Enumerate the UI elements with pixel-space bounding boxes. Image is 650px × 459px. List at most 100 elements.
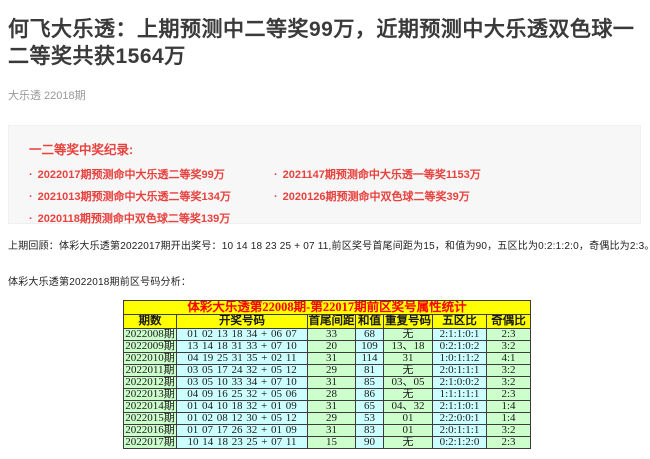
cell-period: 2022012期 xyxy=(124,377,177,389)
last-draw-review: 上期回顾：体彩大乐透第2022017期开出奖号：10 14 18 23 25 +… xyxy=(8,237,642,252)
record-item-label: 2021147期预测命中大乐透一等奖1153万 xyxy=(283,169,481,181)
cell-span: 20 xyxy=(308,341,356,353)
records-heading: 一二等奖中奖纪录: xyxy=(29,139,640,158)
col-header-repeat: 重复号码 xyxy=(384,315,433,329)
cell-numbers: 04 19 25 31 35 + 02 11 xyxy=(177,353,308,365)
cell-odd-even: 4:1 xyxy=(487,353,531,365)
table-title: 体彩大乐透第22008期-第22017期前区奖号属性统计 xyxy=(124,301,531,315)
cell-repeat: 03、05 xyxy=(384,377,433,389)
cell-sum: 65 xyxy=(356,401,384,413)
table-row: 2022012期03 05 10 33 34 + 07 10318503、052… xyxy=(124,377,531,389)
cell-span: 33 xyxy=(308,329,356,341)
table-row: 2022010期04 19 25 31 35 + 02 1131114311:0… xyxy=(124,353,531,365)
cell-numbers: 04 09 16 25 32 + 05 06 xyxy=(177,389,308,401)
table-row: 2022015期01 02 08 12 30 + 05 122953012:2:… xyxy=(124,413,531,425)
cell-numbers: 03 05 10 33 34 + 07 10 xyxy=(177,377,308,389)
cell-repeat: 13、18 xyxy=(384,341,433,353)
cell-five-zone: 2:0:1:1:1 xyxy=(433,425,487,437)
record-item-label: 2022017期预测命中大乐透二等奖99万 xyxy=(38,169,225,181)
cell-numbers: 01 02 13 18 34 + 06 07 xyxy=(177,329,308,341)
cell-period: 2022008期 xyxy=(124,329,177,341)
cell-numbers: 13 14 18 31 33 + 07 10 xyxy=(177,341,308,353)
cell-repeat: 01 xyxy=(384,413,433,425)
winning-records-panel: 一二等奖中奖纪录: · 2022017期预测命中大乐透二等奖99万 ·2021013… xyxy=(8,125,641,224)
cell-numbers: 01 04 10 18 32 + 01 09 xyxy=(177,401,308,413)
cell-sum: 85 xyxy=(356,377,384,389)
record-item: · 2022017期预测命中大乐透二等奖99万 xyxy=(29,164,274,186)
col-header-odd-even: 奇偶比 xyxy=(487,315,531,329)
table-row: 2022008期01 02 13 18 34 + 06 073368无2:1:1… xyxy=(124,329,531,341)
cell-span: 31 xyxy=(308,377,356,389)
cell-span: 28 xyxy=(308,389,356,401)
cell-odd-even: 3:2 xyxy=(487,377,531,389)
cell-sum: 109 xyxy=(356,341,384,353)
cell-period: 2022016期 xyxy=(124,425,177,437)
cell-repeat: 04、32 xyxy=(384,401,433,413)
record-item: ·2020118期预测命中双色球二等奖139万 xyxy=(29,208,274,230)
table-row: 2022016期01 07 17 26 32 + 01 093183012:0:… xyxy=(124,425,531,437)
cell-repeat: 31 xyxy=(384,353,433,365)
table-row: 2022013期04 09 16 25 32 + 05 062886无1:1:1… xyxy=(124,389,531,401)
records-column-left: · 2022017期预测命中大乐透二等奖99万 ·2021013期预测命中大乐透二等… xyxy=(29,164,274,230)
cell-period: 2022015期 xyxy=(124,413,177,425)
cell-span: 29 xyxy=(308,413,356,425)
cell-period: 2022014期 xyxy=(124,401,177,413)
cell-odd-even: 3:2 xyxy=(487,365,531,377)
cell-five-zone: 2:0:1:1:1 xyxy=(433,365,487,377)
cell-five-zone: 1:1:1:1:1 xyxy=(433,389,487,401)
cell-span: 31 xyxy=(308,353,356,365)
bullet-icon: · xyxy=(274,186,278,208)
cell-five-zone: 2:2:0:0:1 xyxy=(433,413,487,425)
bullet-icon: · xyxy=(274,164,278,186)
col-header-sum: 和值 xyxy=(356,315,384,329)
table-row: 2022014期01 04 10 18 32 + 01 09316504、322… xyxy=(124,401,531,413)
cell-five-zone: 2:1:1:0:1 xyxy=(433,329,487,341)
table-row: 2022011期03 05 17 24 32 + 05 122981无2:0:1… xyxy=(124,365,531,377)
bullet-icon: · xyxy=(29,208,33,230)
col-header-five-zone: 五区比 xyxy=(433,315,487,329)
col-header-span: 首尾间距 xyxy=(308,315,356,329)
cell-span: 29 xyxy=(308,365,356,377)
cell-sum: 83 xyxy=(356,425,384,437)
bullet-icon: · xyxy=(29,164,33,186)
cell-sum: 114 xyxy=(356,353,384,365)
col-header-period: 期数 xyxy=(124,315,177,329)
cell-odd-even: 1:4 xyxy=(487,401,531,413)
cell-sum: 53 xyxy=(356,413,384,425)
article-page: 何飞大乐透：上期预测中二等奖99万，近期预测中大乐透双色球一二等奖共获1564万… xyxy=(0,16,650,449)
cell-numbers: 01 02 08 12 30 + 05 12 xyxy=(177,413,308,425)
cell-odd-even: 3:2 xyxy=(487,341,531,353)
bullet-icon: · xyxy=(29,186,33,208)
cell-repeat: 无 xyxy=(384,329,433,341)
table-row: 2022009期13 14 18 31 33 + 07 102010913、18… xyxy=(124,341,531,353)
cell-five-zone: 2:1:0:0:2 xyxy=(433,377,487,389)
cell-numbers: 03 05 17 24 32 + 05 12 xyxy=(177,365,308,377)
cell-five-zone: 2:1:1:0:1 xyxy=(433,401,487,413)
cell-period: 2022010期 xyxy=(124,353,177,365)
records-columns: · 2022017期预测命中大乐透二等奖99万 ·2021013期预测命中大乐透二等… xyxy=(29,164,640,230)
cell-period: 2022009期 xyxy=(124,341,177,353)
cell-numbers: 01 07 17 26 32 + 01 09 xyxy=(177,425,308,437)
cell-odd-even: 1:4 xyxy=(487,413,531,425)
cell-odd-even: 2:3 xyxy=(487,389,531,401)
cell-sum: 81 xyxy=(356,365,384,377)
cell-five-zone: 1:0:1:1:2 xyxy=(433,353,487,365)
cell-repeat: 01 xyxy=(384,425,433,437)
table-title-row: 体彩大乐透第22008期-第22017期前区奖号属性统计 xyxy=(124,301,531,315)
cell-sum: 86 xyxy=(356,389,384,401)
col-header-numbers: 开奖号码 xyxy=(177,315,308,329)
record-item: · 2021147期预测命中大乐透一等奖1153万 xyxy=(274,164,519,186)
front-zone-stats-table: 体彩大乐透第22008期-第22017期前区奖号属性统计 期数 开奖号码 首尾间… xyxy=(123,300,531,449)
cell-span: 31 xyxy=(308,425,356,437)
cell-period: 2022011期 xyxy=(124,365,177,377)
record-item: ·2020126期预测命中双色球二等奖39万 xyxy=(274,186,519,208)
cell-odd-even: 3:2 xyxy=(487,425,531,437)
article-meta: 大乐透 22018期 xyxy=(8,87,642,103)
cell-repeat: 无 xyxy=(384,389,433,401)
cell-span: 31 xyxy=(308,401,356,413)
page-title: 何飞大乐透：上期预测中二等奖99万，近期预测中大乐透双色球一二等奖共获1564万 xyxy=(8,16,642,70)
records-column-right: · 2021147期预测命中大乐透一等奖1153万 ·2020126期预测命中双色球… xyxy=(274,164,519,230)
cell-odd-even: 2:3 xyxy=(487,329,531,341)
cell-repeat: 无 xyxy=(384,365,433,377)
record-item: ·2021013期预测命中大乐透二等奖134万 xyxy=(29,186,274,208)
